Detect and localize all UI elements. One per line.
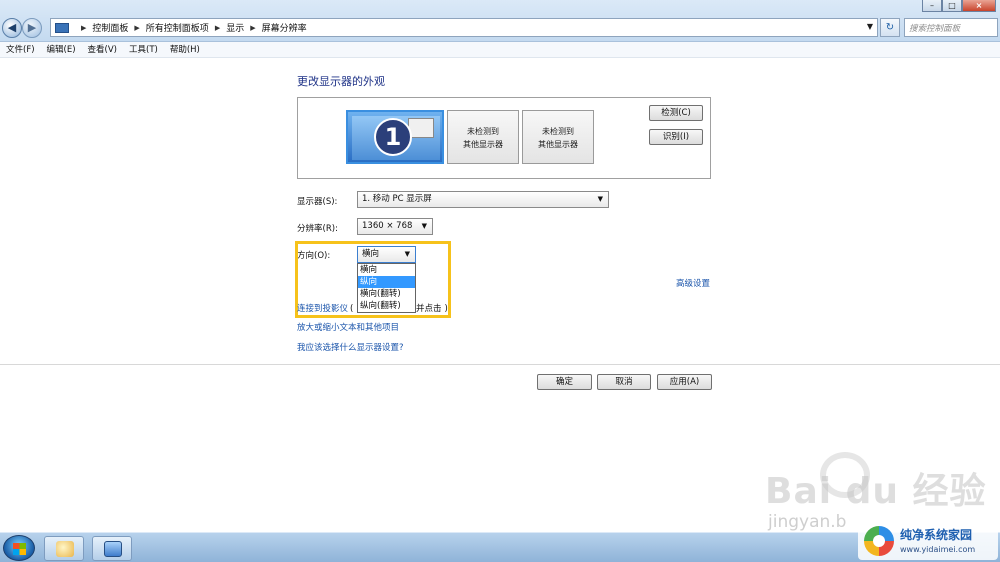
menu-tools[interactable]: 工具(T) bbox=[129, 42, 158, 57]
monitor-1-tile[interactable]: 1 bbox=[346, 110, 444, 164]
chevron-right-icon[interactable]: ▶ bbox=[134, 24, 139, 32]
control-panel-icon bbox=[55, 22, 69, 33]
monitor-text-line2: 其他显示器 bbox=[538, 140, 578, 149]
chevron-down-icon: ▼ bbox=[597, 195, 603, 203]
breadcrumb-all-items[interactable]: 所有控制面板项 bbox=[146, 21, 209, 34]
divider bbox=[0, 364, 1000, 365]
display-value: 1. 移动 PC 显示屏 bbox=[362, 194, 432, 204]
close-button[interactable]: × bbox=[962, 0, 996, 12]
projector-link-paren: ( bbox=[350, 304, 354, 314]
apply-button[interactable]: 应用(A) bbox=[657, 374, 712, 390]
breadcrumb-display[interactable]: 显示 bbox=[226, 21, 244, 34]
address-bar[interactable]: ▶ 控制面板 ▶ 所有控制面板项 ▶ 显示 ▶ 屏幕分辨率 ▼ bbox=[50, 18, 878, 37]
start-button[interactable] bbox=[3, 535, 35, 561]
chevron-down-icon[interactable]: ▼ bbox=[867, 22, 873, 31]
projector-hint-main: 并点击 bbox=[416, 304, 442, 314]
site-watermark-badge: 纯净系统家园 www.yidaimei.com bbox=[858, 522, 998, 560]
projector-hint-paren: ) bbox=[444, 304, 448, 314]
back-button[interactable]: ◀ bbox=[2, 18, 22, 38]
minimize-button[interactable]: – bbox=[922, 0, 942, 12]
detect-button[interactable]: 检测(C) bbox=[649, 105, 703, 121]
which-settings-link[interactable]: 我应该选择什么显示器设置? bbox=[297, 341, 404, 353]
breadcrumb-screen-resolution[interactable]: 屏幕分辨率 bbox=[262, 21, 307, 34]
maximize-button[interactable]: □ bbox=[942, 0, 962, 12]
paint-palette-icon bbox=[56, 541, 74, 557]
taskbar-display-window[interactable] bbox=[92, 536, 132, 561]
monitor-text-line1: 未检测到 bbox=[467, 127, 499, 136]
connect-projector-link[interactable]: 连接到投影仪( bbox=[297, 302, 353, 314]
site-logo-icon bbox=[864, 526, 894, 556]
jingyan-watermark: jingyan.b bbox=[768, 512, 847, 532]
page-title: 更改显示器的外观 bbox=[297, 75, 385, 88]
chevron-down-icon: ▼ bbox=[421, 222, 427, 230]
title-bar: – □ × ◀ ▶ ▶ 控制面板 ▶ 所有控制面板项 ▶ 显示 ▶ 屏幕分辨率 … bbox=[0, 0, 1000, 42]
menu-bar: 文件(F) 编辑(E) 查看(V) 工具(T) 帮助(H) bbox=[0, 42, 1000, 58]
breadcrumb-control-panel[interactable]: 控制面板 bbox=[92, 21, 128, 34]
site-url: www.yidaimei.com bbox=[900, 545, 976, 554]
display-settings-icon bbox=[104, 541, 122, 557]
baidu-watermark: Bai du 经验 bbox=[765, 471, 987, 512]
forward-button[interactable]: ▶ bbox=[22, 18, 42, 38]
monitor-number: 1 bbox=[374, 118, 412, 156]
text-size-link[interactable]: 放大或缩小文本和其他项目 bbox=[297, 321, 399, 333]
menu-help[interactable]: 帮助(H) bbox=[170, 42, 200, 57]
display-select[interactable]: 1. 移动 PC 显示屏 ▼ bbox=[357, 191, 609, 208]
projector-hint-text: 并点击) bbox=[416, 302, 448, 314]
refresh-button[interactable]: ↻ bbox=[880, 18, 900, 37]
advanced-settings-link[interactable]: 高级设置 bbox=[676, 277, 710, 289]
resolution-label: 分辨率(R): bbox=[297, 224, 338, 234]
projector-link-text[interactable]: 连接到投影仪 bbox=[297, 304, 348, 314]
taskbar bbox=[0, 532, 1000, 562]
resolution-value: 1360 × 768 bbox=[362, 221, 413, 231]
ok-button[interactable]: 确定 bbox=[537, 374, 592, 390]
monitor-text-line1: 未检测到 bbox=[542, 127, 574, 136]
monitor-3-tile[interactable]: 未检测到 其他显示器 bbox=[522, 110, 594, 164]
search-input[interactable]: 搜索控制面板 bbox=[904, 18, 998, 37]
menu-view[interactable]: 查看(V) bbox=[88, 42, 117, 57]
windows-logo-icon-lower bbox=[13, 549, 26, 555]
cancel-button[interactable]: 取消 bbox=[597, 374, 651, 390]
monitor-text-line2: 其他显示器 bbox=[463, 140, 503, 149]
display-label: 显示器(S): bbox=[297, 197, 338, 207]
menu-edit[interactable]: 编辑(E) bbox=[47, 42, 76, 57]
chevron-right-icon[interactable]: ▶ bbox=[250, 24, 255, 32]
menu-file[interactable]: 文件(F) bbox=[6, 42, 35, 57]
chevron-right-icon: ▶ bbox=[81, 23, 87, 32]
resolution-select[interactable]: 1360 × 768 ▼ bbox=[357, 218, 433, 235]
window-controls: – □ × bbox=[922, 0, 996, 12]
identify-button[interactable]: 识别(I) bbox=[649, 129, 703, 145]
monitor-2-tile[interactable]: 未检测到 其他显示器 bbox=[447, 110, 519, 164]
taskbar-paint-app[interactable] bbox=[44, 536, 84, 561]
chevron-right-icon[interactable]: ▶ bbox=[215, 24, 220, 32]
site-title: 纯净系统家园 bbox=[900, 528, 973, 542]
monitor-arrangement-panel: 1 未检测到 其他显示器 未检测到 其他显示器 检测(C) 识别(I) bbox=[297, 97, 711, 179]
